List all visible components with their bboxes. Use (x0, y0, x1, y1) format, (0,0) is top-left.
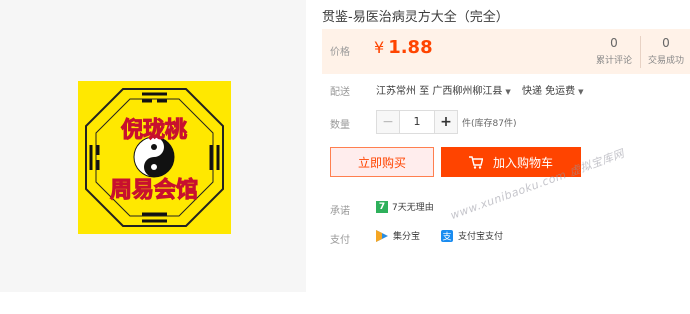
image-text-bottom: 周易会馆 (110, 177, 198, 203)
seven-day-return-icon: 7 (376, 200, 388, 213)
shipping-label: 配送 (330, 87, 350, 98)
payment-method1: 集分宝 (393, 232, 421, 242)
product-image[interactable]: 倪珑桃 周易会馆 (78, 81, 231, 234)
promise-label: 承诺 (330, 206, 350, 217)
quantity-increase-button[interactable]: + (434, 111, 457, 133)
sales-label: 交易成功 (647, 56, 684, 66)
currency-symbol: ¥ (374, 38, 385, 57)
ship-method-select[interactable]: 快递 免运费 (522, 86, 575, 97)
payment-method-alipay: 支 支付宝支付 (441, 229, 503, 242)
quantity-decrease-button[interactable]: − (377, 111, 400, 133)
review-stat[interactable]: 0 累计评论 (588, 36, 641, 68)
add-to-cart-label: 加入购物车 (492, 155, 553, 170)
svg-text:支: 支 (442, 230, 451, 242)
sales-count: 0 (662, 36, 670, 50)
payment-method2: 支付宝支付 (458, 232, 504, 242)
promise-item[interactable]: 7 7天无理由 (376, 200, 434, 213)
price-panel: 价格 ¥1.88 0 累计评论 0 交易成功 (322, 29, 690, 74)
price-amount: 1.88 (388, 37, 433, 58)
price-label: 价格 (330, 47, 350, 58)
ship-to-word: 至 (419, 86, 430, 97)
payment-label: 支付 (330, 235, 350, 246)
cart-icon (468, 155, 483, 169)
promise-text: 7天无理由 (392, 203, 434, 213)
quantity-stepper: − 1 + (376, 110, 458, 134)
chevron-down-icon[interactable]: ▼ (505, 88, 510, 96)
product-gallery: 倪珑桃 周易会馆 (0, 0, 306, 292)
jifenbao-icon (376, 229, 388, 242)
payment-method-jifenbao: 集分宝 (376, 229, 420, 242)
review-count: 0 (610, 36, 618, 50)
shipping-info: 江苏常州 至 广西柳州柳江县 ▼ 快递 免运费 ▼ (376, 82, 592, 97)
buy-now-button[interactable]: 立即购买 (330, 147, 434, 177)
image-text-top: 倪珑桃 (121, 117, 187, 143)
ship-from: 江苏常州 (376, 86, 416, 97)
price-value: ¥1.88 (374, 37, 433, 58)
sales-stat: 0 交易成功 (640, 36, 690, 66)
alipay-icon: 支 (441, 229, 453, 242)
ship-to-select[interactable]: 广西柳州柳江县 (432, 86, 502, 97)
chevron-down-icon[interactable]: ▼ (578, 88, 583, 96)
stock-text: 件(库存87件) (462, 119, 517, 129)
quantity-label: 数量 (330, 120, 350, 131)
review-label: 累计评论 (595, 56, 632, 66)
product-title: 贯鉴-易医治病灵方大全（完全） (322, 10, 509, 25)
quantity-input[interactable]: 1 (400, 111, 434, 133)
